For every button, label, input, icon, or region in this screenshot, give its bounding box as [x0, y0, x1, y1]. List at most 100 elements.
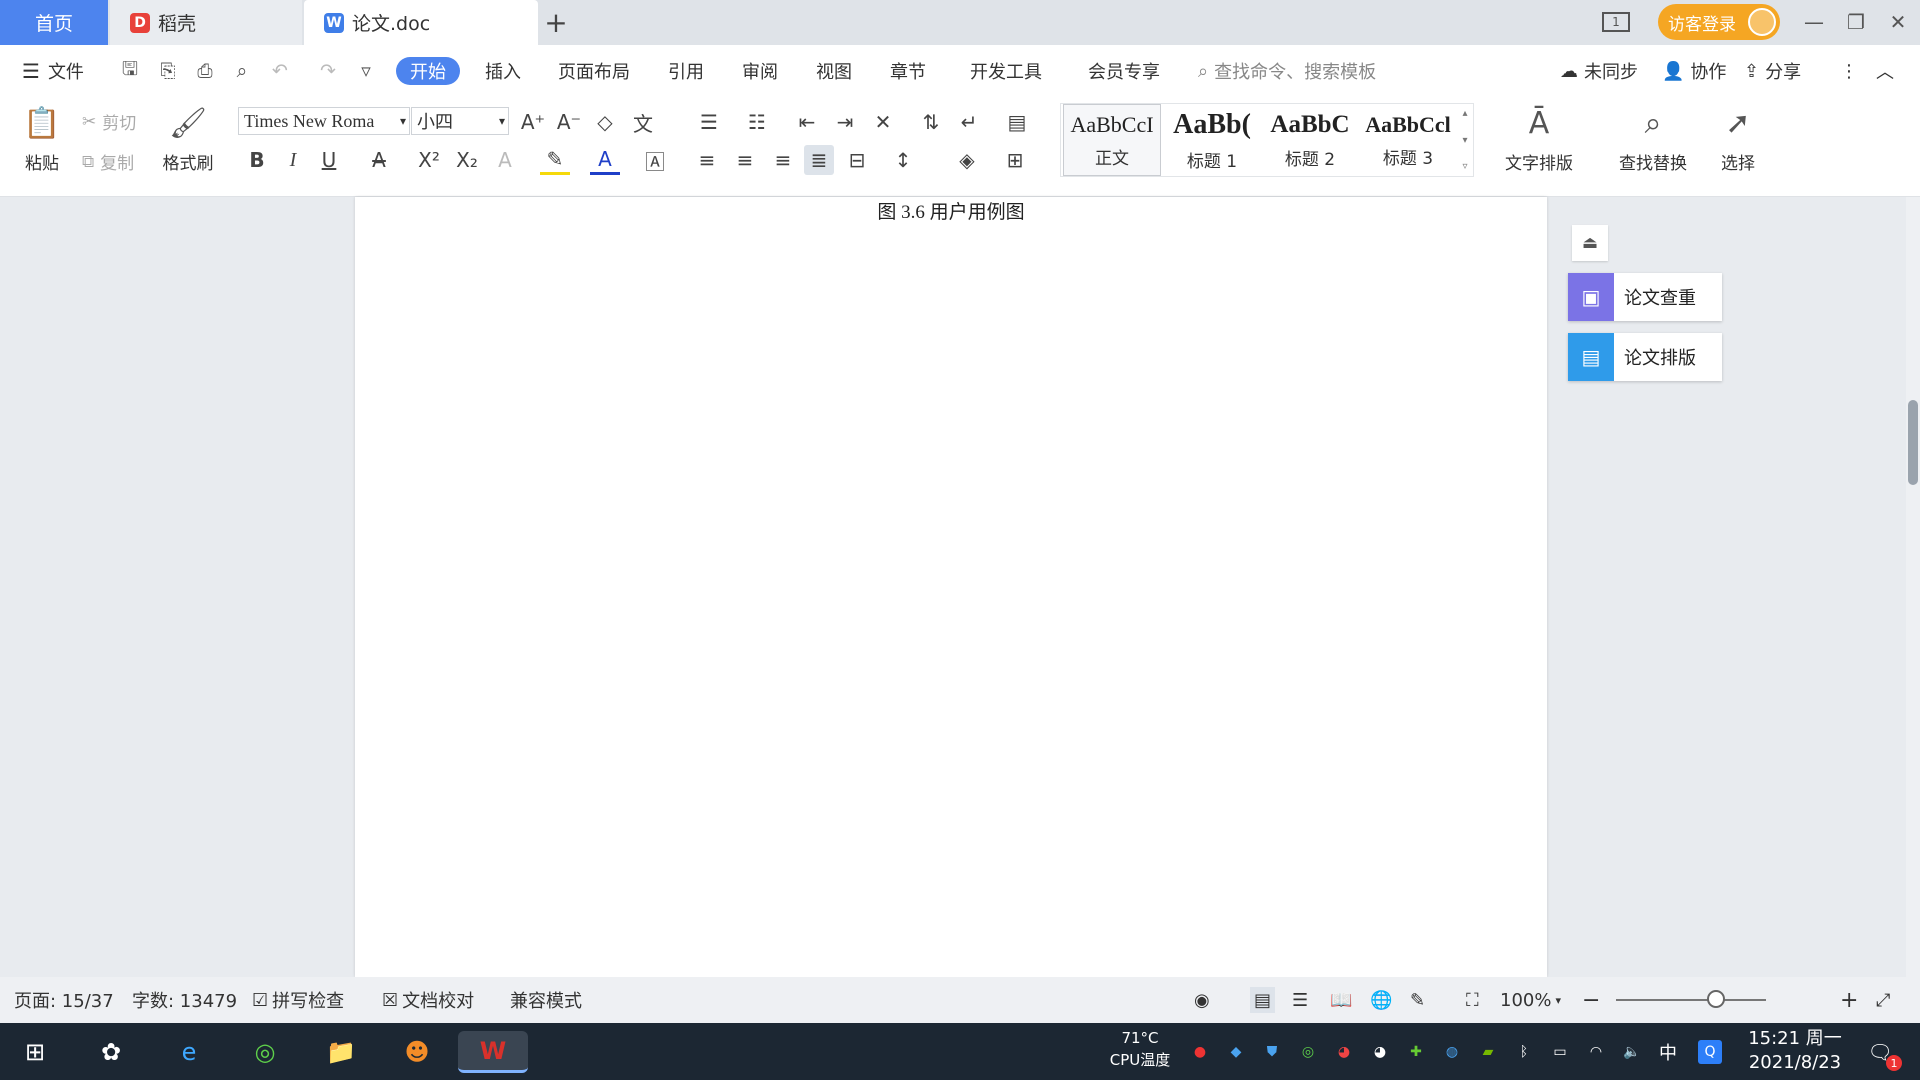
align-left-icon[interactable]: ≡ [692, 145, 722, 175]
undo-icon[interactable]: ↶ [268, 59, 292, 83]
clock[interactable]: 15:21 周一 2021/8/23 [1740, 1027, 1850, 1075]
thesis-format-button[interactable]: ▤ 论文排版 [1568, 333, 1722, 381]
menu-start[interactable]: 开始 [396, 57, 460, 85]
collaborate-button[interactable]: 👤 协作 [1662, 57, 1726, 85]
shrink-font-icon[interactable]: A⁻ [554, 107, 584, 137]
grow-font-icon[interactable]: A⁺ [518, 107, 548, 137]
write-mode-icon[interactable]: ✎ [1410, 987, 1425, 1013]
show-marks-icon[interactable]: ↵ [954, 107, 984, 137]
reading-view-icon[interactable]: 📖 [1330, 987, 1352, 1013]
menu-member[interactable]: 会员专享 [1088, 57, 1160, 85]
windows-start-icon[interactable]: ⊞ [14, 1031, 56, 1073]
scrollbar-thumb[interactable] [1908, 400, 1918, 485]
battery-icon[interactable]: ▭ [1548, 1040, 1572, 1064]
wps-writer-icon[interactable]: W [458, 1031, 528, 1073]
sync-button[interactable]: ☁ 未同步 [1560, 57, 1638, 85]
font-size-select[interactable]: 小四 ▾ [411, 107, 509, 135]
print-preview-icon[interactable]: ⌕ [230, 59, 254, 83]
command-search[interactable]: ⌕ 查找命令、搜索模板 [1198, 57, 1376, 85]
cut-button[interactable]: ✂ 剪切 [82, 109, 136, 135]
outline-view-icon[interactable]: ☰ [1292, 987, 1308, 1013]
clear-format-icon[interactable]: ◇ [590, 107, 620, 137]
thesis-check-button[interactable]: ▣ 论文查重 [1568, 273, 1722, 321]
style-heading-1[interactable]: AaBb( 标题 1 [1163, 104, 1261, 176]
proofread-button[interactable]: ☒ 文档校对 [382, 987, 474, 1013]
ime-indicator[interactable]: 中 [1656, 1040, 1680, 1064]
font-name-select[interactable]: Times New Roma ▾ [238, 107, 410, 135]
bold-icon[interactable]: B [242, 145, 272, 175]
word-count[interactable]: 字数: 13479 [132, 987, 237, 1013]
fullscreen-icon[interactable]: ⤢ [1876, 987, 1890, 1013]
new-tab-button[interactable]: + [540, 6, 572, 39]
tray-app-icon[interactable]: ● [1188, 1040, 1212, 1064]
browser-360-icon[interactable]: ◎ [244, 1031, 286, 1073]
align-right-icon[interactable]: ≡ [768, 145, 798, 175]
zoom-slider-track[interactable] [1616, 999, 1766, 1001]
superscript-icon[interactable]: X² [414, 145, 444, 175]
menu-insert[interactable]: 插入 [485, 57, 521, 85]
text-layout-button[interactable]: Ā 文字排版 [1494, 103, 1584, 175]
tab-home[interactable]: 首页 [0, 0, 108, 45]
layout-switch-button[interactable]: 1 [1596, 6, 1636, 38]
wifi-icon[interactable]: ◠ [1584, 1040, 1608, 1064]
font-color-icon[interactable]: A [590, 145, 620, 175]
menu-review[interactable]: 审阅 [742, 57, 778, 85]
zoom-in-icon[interactable]: + [1840, 987, 1858, 1013]
text-effect-icon[interactable]: A [490, 145, 520, 175]
sort-icon[interactable]: ⇅ [916, 107, 946, 137]
close-button[interactable]: ✕ [1878, 6, 1918, 38]
page-view-icon[interactable]: ▤ [1250, 987, 1276, 1013]
tray-browser-icon[interactable]: ◎ [1296, 1040, 1320, 1064]
share-button[interactable]: ⇪ 分享 [1744, 57, 1801, 85]
quick-access-dropdown-icon[interactable]: ▿ [354, 59, 378, 83]
zoom-out-icon[interactable]: − [1582, 987, 1600, 1013]
more-options-icon[interactable]: ⋮ [1840, 57, 1858, 85]
volume-icon[interactable]: 🔈 [1620, 1040, 1644, 1064]
minimize-button[interactable]: — [1794, 6, 1834, 38]
tray-sync-icon[interactable]: ◍ [1440, 1040, 1464, 1064]
spell-check-button[interactable]: ☑ 拼写检查 [252, 987, 344, 1013]
internet-explorer-icon[interactable]: e [168, 1031, 210, 1073]
page-indicator[interactable]: 页面: 15/37 [14, 987, 114, 1013]
bullets-icon[interactable]: ☰ [694, 107, 724, 137]
menu-view[interactable]: 视图 [816, 57, 852, 85]
qq-alt-icon[interactable]: ◕ [1368, 1040, 1392, 1064]
tray-network-app-icon[interactable]: ◆ [1224, 1040, 1248, 1064]
copy-button[interactable]: ⧉ 复制 [82, 149, 134, 175]
shading-icon[interactable]: ◈ [952, 145, 982, 175]
export-icon[interactable]: ⎘ [156, 59, 180, 83]
borders-icon[interactable]: ⊞ [1000, 145, 1030, 175]
underline-icon[interactable]: U [314, 145, 344, 175]
distribute-icon[interactable]: ⊟ [842, 145, 872, 175]
web-view-icon[interactable]: 🌐 [1370, 987, 1392, 1013]
paste-button[interactable]: 📋 粘贴 [14, 103, 70, 175]
italic-icon[interactable]: I [278, 145, 308, 175]
bluetooth-icon[interactable]: ᛒ [1512, 1040, 1536, 1064]
eye-protection-icon[interactable]: ◉ [1194, 987, 1210, 1013]
vertical-scrollbar[interactable] [1906, 197, 1920, 977]
print-icon[interactable]: ⎙ [193, 59, 217, 83]
save-icon[interactable]: 🖫 [118, 58, 142, 83]
align-center-icon[interactable]: ≡ [730, 145, 760, 175]
justify-icon[interactable]: ≣ [804, 145, 834, 175]
fit-page-icon[interactable]: ⛶ [1466, 987, 1479, 1013]
decrease-indent-icon[interactable]: ⇤ [792, 107, 822, 137]
menu-references[interactable]: 引用 [668, 57, 704, 85]
input-method-icon[interactable]: Q [1698, 1040, 1722, 1064]
styles-scroll[interactable]: ▴ ▾ ▿ [1457, 108, 1473, 172]
chinese-layout-icon[interactable]: ✕ [868, 107, 898, 137]
cpu-temp-widget[interactable]: 71°C CPU温度 [1100, 1027, 1180, 1071]
style-normal[interactable]: AaBbCcI 正文 [1063, 104, 1161, 176]
menu-developer[interactable]: 开发工具 [970, 57, 1042, 85]
line-spacing-icon[interactable]: ↕ [888, 145, 918, 175]
style-heading-2[interactable]: AaBbC 标题 2 [1261, 104, 1359, 176]
document-page[interactable]: 图 3.6 用户用例图 [355, 197, 1547, 977]
file-explorer-icon[interactable]: 📁 [320, 1031, 362, 1073]
file-menu[interactable]: ☰ 文件 [22, 57, 84, 85]
zoom-slider-handle[interactable] [1707, 990, 1725, 1008]
numbering-icon[interactable]: ☷ [742, 107, 772, 137]
nvidia-icon[interactable]: ▰ [1476, 1040, 1500, 1064]
menu-chapter[interactable]: 章节 [890, 57, 926, 85]
qq-icon[interactable]: ◕ [1332, 1040, 1356, 1064]
tab-docer[interactable]: D 稻壳 [110, 0, 302, 45]
